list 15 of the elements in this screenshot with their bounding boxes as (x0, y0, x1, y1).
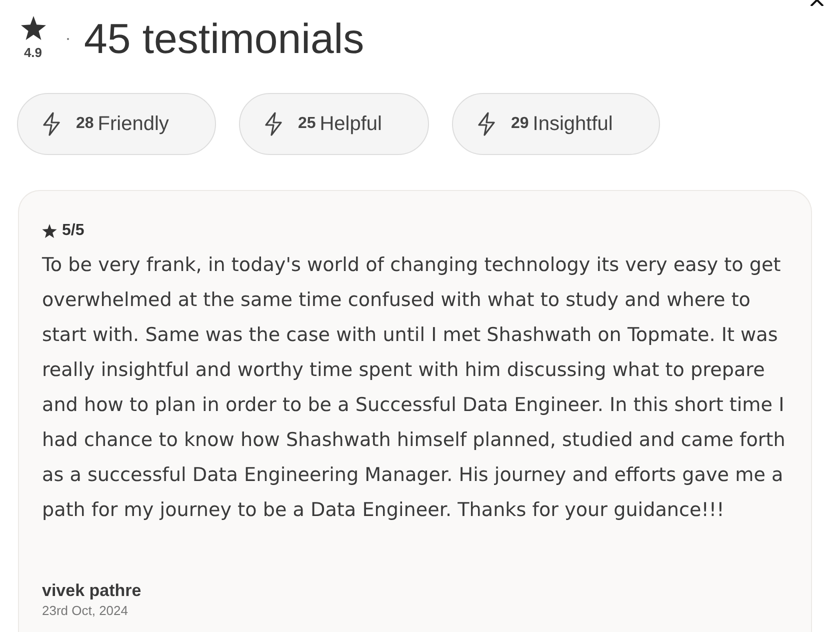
lightning-icon (264, 112, 283, 136)
review-date: 23rd Oct, 2024 (42, 603, 129, 619)
star-icon (20, 16, 46, 40)
star-icon (42, 224, 57, 238)
author-name: vivek pathre (42, 581, 142, 602)
tag-chip[interactable]: 29 Insightful (452, 93, 660, 155)
testimonial-text: To be very frank, in today's world of changing technology its very easy to get overwhelmed at the same time confused with what to study and where to start with. Same was the case with until I met Shashwath on Topmate. It was really insightful and worthy time spent with him discussing what to prepare and how to plan in order to be a Successful Data Engineer. In this short time I had chance to know how Shashwath himself planned, studied and came forth as a successful Data Engineering Manager. His journey and efforts gave me a path for my journey to be a Data Engineer. Thanks for your guidance!!! (42, 252, 786, 523)
tag-chip[interactable]: 28 Friendly (17, 93, 216, 155)
lightning-icon (477, 112, 496, 136)
lightning-icon (42, 112, 61, 136)
tag-chip[interactable]: 25 Helpful (238, 93, 429, 155)
rating-value: 4.9 (24, 46, 42, 58)
page-title: 45 testimonials (84, 18, 364, 60)
rating-score: 5/5 (62, 221, 84, 241)
close-icon[interactable] (810, 0, 824, 6)
